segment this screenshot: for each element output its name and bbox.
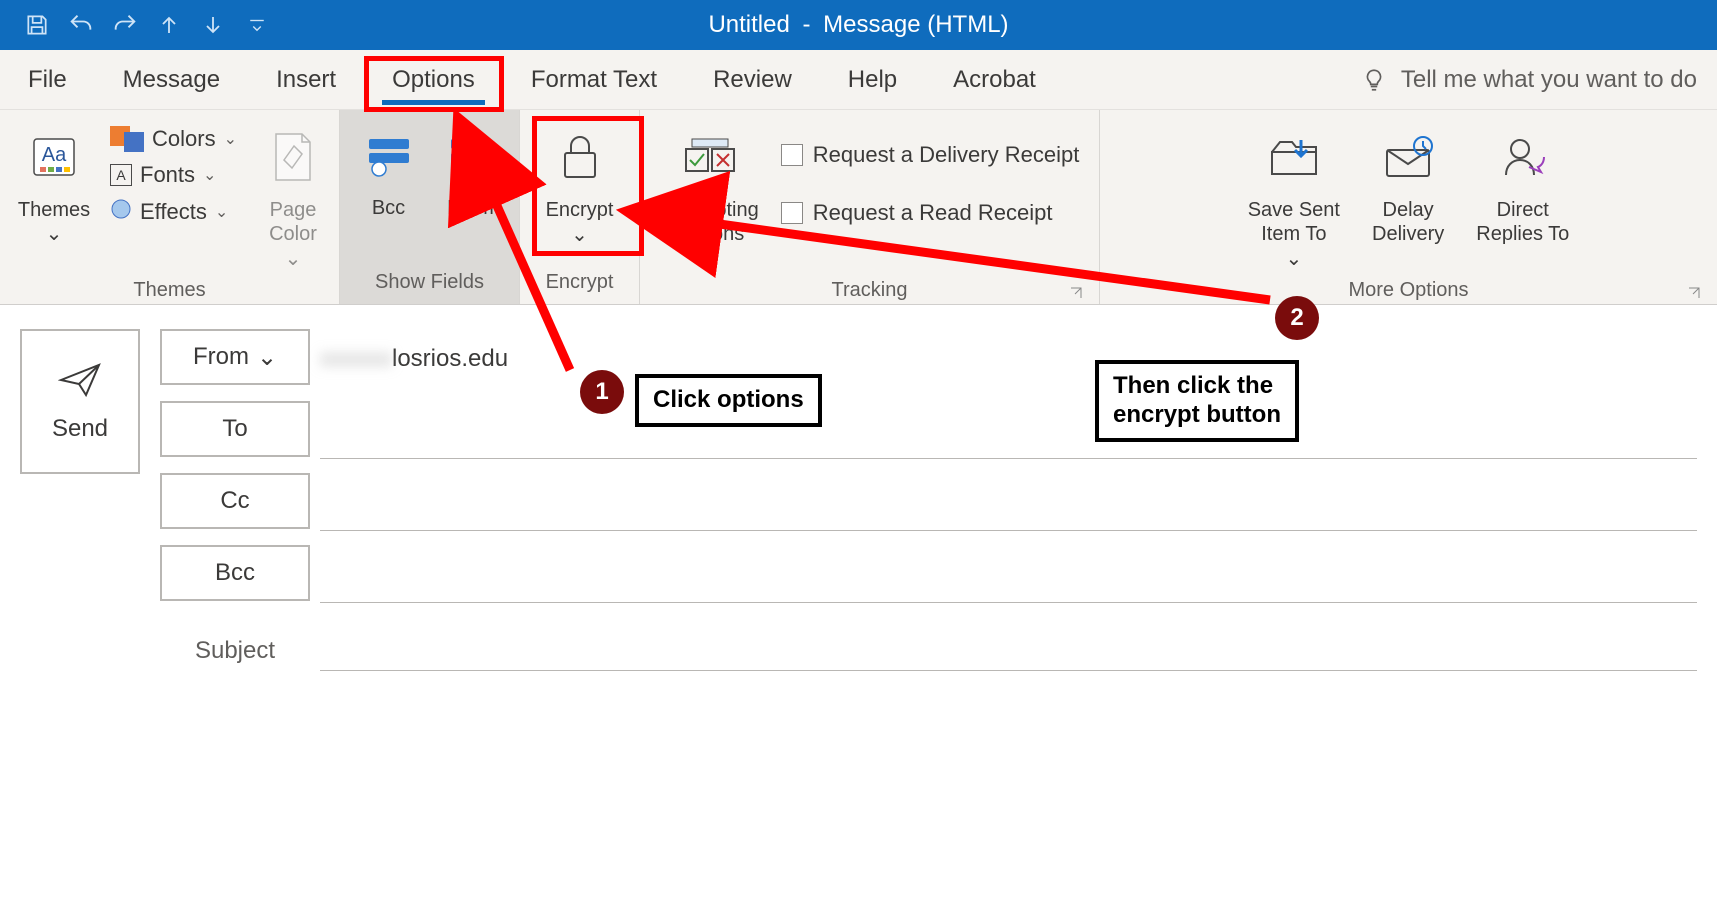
tab-acrobat[interactable]: Acrobat — [925, 50, 1064, 109]
send-button[interactable]: Send — [20, 329, 140, 474]
group-label-encrypt: Encrypt — [534, 267, 625, 300]
page-color-button[interactable]: Page Color ⌄ — [253, 118, 333, 275]
chevron-down-icon: ⌄ — [571, 222, 588, 247]
checkbox-icon — [781, 144, 803, 166]
from-button[interactable]: From — [439, 116, 503, 224]
tab-message[interactable]: Message — [95, 50, 248, 109]
title-bar: Untitled - Message (HTML) — [0, 0, 1717, 50]
tab-review[interactable]: Review — [685, 50, 820, 109]
encrypt-button[interactable]: Encrypt ⌄ — [538, 118, 622, 251]
group-tracking: Use Voting Buttons ⌄ Request a Delivery … — [640, 110, 1100, 304]
themes-icon: Aa — [30, 122, 78, 192]
chevron-down-icon: ⌄ — [46, 223, 63, 245]
quick-access-toolbar — [0, 8, 274, 42]
group-label-more-options: More Options — [1114, 275, 1703, 308]
bcc-input[interactable] — [320, 547, 1697, 603]
subject-label: Subject — [160, 617, 310, 665]
group-more-options: Save Sent Item To ⌄ Delay Delivery Direc… — [1100, 110, 1717, 304]
cc-input[interactable] — [320, 475, 1697, 531]
redo-icon[interactable] — [108, 8, 142, 42]
title-doc: Untitled — [708, 11, 789, 38]
group-show-fields: Bcc From Show Fields — [340, 110, 520, 304]
chevron-down-icon: ⌄ — [224, 129, 237, 149]
ribbon-options: Aa Themes⌄ Colors⌄ A Fonts⌄ Effects⌄ — [0, 110, 1717, 305]
themes-button[interactable]: Aa Themes⌄ — [14, 118, 94, 250]
chevron-down-icon: ⌄ — [203, 165, 216, 185]
group-themes: Aa Themes⌄ Colors⌄ A Fonts⌄ Effects⌄ — [0, 110, 340, 304]
window-title: Untitled - Message (HTML) — [708, 11, 1008, 39]
cc-field-button[interactable]: Cc — [160, 473, 310, 529]
chevron-down-icon: ⌄ — [285, 246, 302, 271]
colors-button[interactable]: Colors⌄ — [104, 124, 243, 154]
undo-icon[interactable] — [64, 8, 98, 42]
lightbulb-icon — [1361, 67, 1387, 93]
group-label-themes: Themes — [14, 275, 325, 308]
direct-replies-button[interactable]: Direct Replies To — [1468, 118, 1577, 250]
group-label-tracking: Tracking — [654, 275, 1085, 308]
subject-input[interactable] — [320, 619, 1697, 671]
effects-icon — [110, 198, 132, 226]
tab-file[interactable]: File — [0, 50, 95, 109]
to-input[interactable] — [320, 403, 1697, 459]
checkbox-icon — [781, 202, 803, 224]
dialog-launcher-icon[interactable] — [1685, 284, 1703, 302]
fonts-button[interactable]: A Fonts⌄ — [104, 160, 243, 190]
chevron-down-icon: ⌄ — [702, 246, 719, 271]
tab-options[interactable]: Options — [364, 50, 503, 109]
bcc-button[interactable]: Bcc — [357, 116, 421, 224]
delay-delivery-button[interactable]: Delay Delivery — [1364, 118, 1452, 250]
read-receipt-checkbox[interactable]: Request a Read Receipt — [777, 194, 1084, 232]
to-field-button[interactable]: To — [160, 401, 310, 457]
direct-replies-icon — [1498, 122, 1548, 192]
group-encrypt: Encrypt ⌄ Encrypt — [520, 110, 640, 304]
page-color-icon — [270, 122, 316, 192]
from-input[interactable]: xxxxxxlosrios.edu — [320, 331, 1697, 387]
voting-buttons[interactable]: Use Voting Buttons ⌄ — [654, 118, 767, 275]
title-app: Message (HTML) — [823, 11, 1008, 38]
bcc-icon — [365, 120, 413, 190]
down-arrow-icon[interactable] — [196, 8, 230, 42]
compose-area: Send From ⌄ To Cc Bcc Subject xxxxxxlosr… — [0, 305, 1717, 671]
ribbon-tabs: File Message Insert Options Format Text … — [0, 50, 1717, 110]
save-to-folder-icon — [1267, 122, 1321, 192]
dialog-launcher-icon[interactable] — [1067, 284, 1085, 302]
up-arrow-icon[interactable] — [152, 8, 186, 42]
customize-qat-icon[interactable] — [240, 8, 274, 42]
tab-help[interactable]: Help — [820, 50, 925, 109]
delivery-receipt-checkbox[interactable]: Request a Delivery Receipt — [777, 136, 1084, 174]
svg-text:Aa: Aa — [42, 144, 67, 166]
chevron-down-icon: ⌄ — [215, 202, 228, 222]
from-icon — [447, 120, 495, 190]
chevron-down-icon: ⌄ — [257, 343, 277, 372]
send-icon — [58, 361, 102, 399]
tell-me-placeholder: Tell me what you want to do — [1401, 66, 1697, 94]
group-label-show-fields: Show Fields — [354, 267, 505, 300]
voting-icon — [682, 122, 738, 192]
from-field-button[interactable]: From ⌄ — [160, 329, 310, 385]
fonts-icon: A — [110, 164, 132, 186]
tell-me-search[interactable]: Tell me what you want to do — [1361, 66, 1717, 94]
effects-button[interactable]: Effects⌄ — [104, 196, 243, 228]
bcc-field-button[interactable]: Bcc — [160, 545, 310, 601]
save-icon[interactable] — [20, 8, 54, 42]
save-sent-item-button[interactable]: Save Sent Item To ⌄ — [1240, 118, 1348, 275]
lock-icon — [557, 122, 603, 192]
delay-icon — [1381, 122, 1435, 192]
tab-format-text[interactable]: Format Text — [503, 50, 685, 109]
chevron-down-icon: ⌄ — [1285, 246, 1302, 271]
tab-insert[interactable]: Insert — [248, 50, 364, 109]
colors-icon — [110, 126, 144, 152]
